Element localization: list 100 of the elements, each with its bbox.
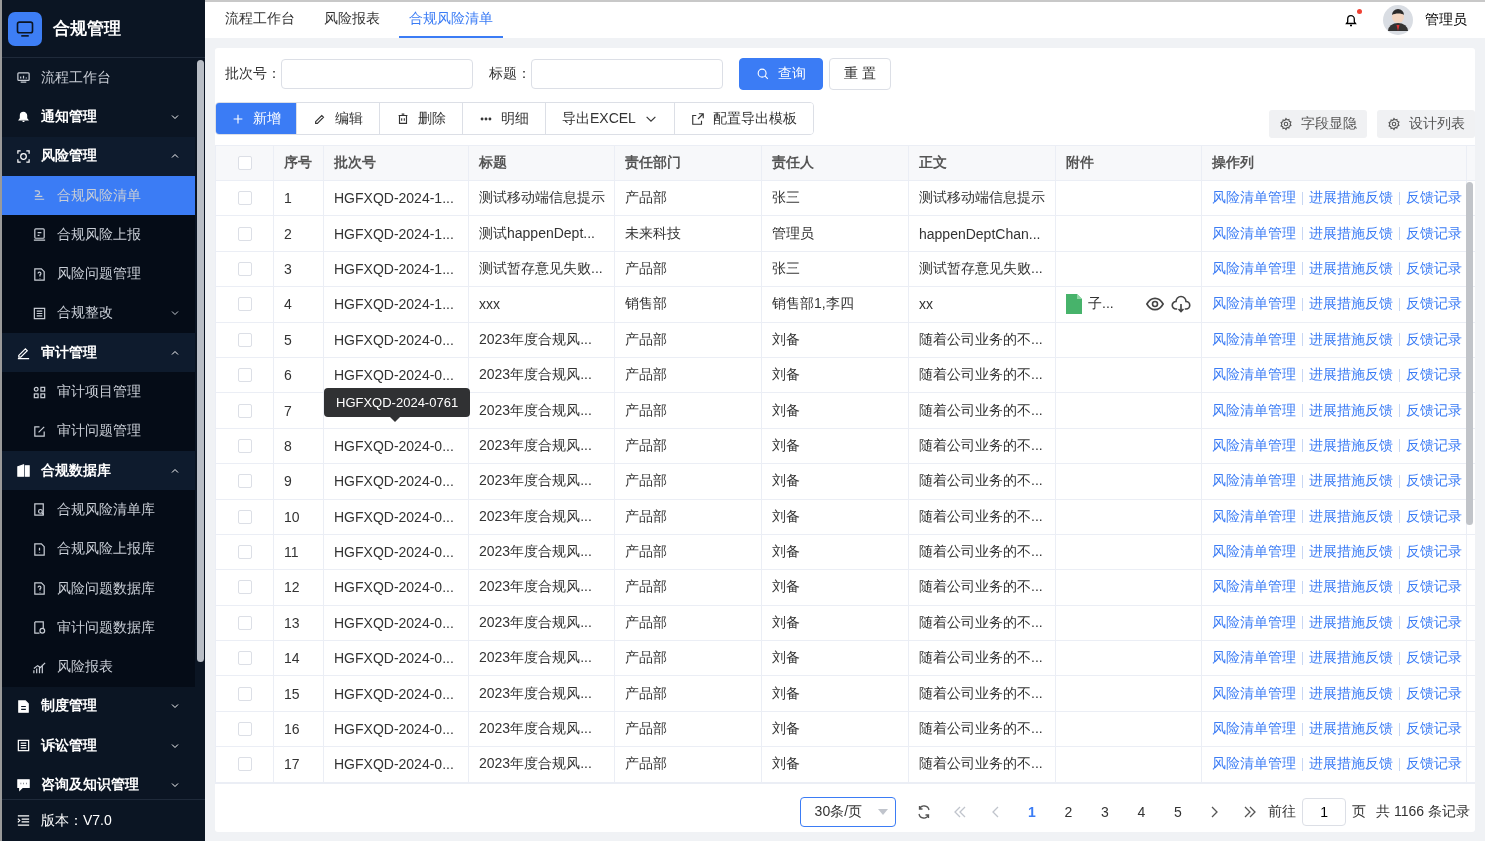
page-number[interactable]: 3 [1086, 803, 1124, 820]
sidebar-item[interactable]: 风险问题数据库 [2, 568, 195, 609]
sidebar-item[interactable]: 合规数据库 [2, 450, 195, 491]
page-number[interactable]: 1 [1013, 803, 1051, 820]
action-link[interactable]: 风险清单管理 [1212, 189, 1296, 208]
action-link[interactable]: 风险清单管理 [1212, 436, 1296, 455]
action-link[interactable]: 反馈记录 [1406, 224, 1462, 243]
sidebar-item[interactable]: 审计问题管理 [2, 411, 195, 451]
search-button[interactable]: 查询 [739, 58, 823, 90]
page-number[interactable]: 4 [1123, 803, 1160, 820]
checkbox[interactable] [237, 757, 252, 772]
action-link[interactable]: 反馈记录 [1406, 720, 1462, 739]
action-link[interactable]: 进展措施反馈 [1309, 366, 1393, 385]
sidebar-item[interactable]: 审计问题数据库 [2, 608, 195, 648]
action-link[interactable]: 进展措施反馈 [1309, 543, 1393, 562]
user-name[interactable]: 管理员 [1425, 11, 1467, 29]
sidebar-item[interactable]: 风险管理 [2, 136, 195, 176]
checkbox[interactable] [237, 403, 252, 418]
checkbox[interactable] [237, 545, 252, 560]
action-link[interactable]: 进展措施反馈 [1309, 684, 1393, 703]
action-link[interactable]: 反馈记录 [1406, 436, 1462, 455]
checkbox[interactable] [237, 615, 252, 630]
action-link[interactable]: 风险清单管理 [1212, 684, 1296, 703]
add-button[interactable]: 新增 [216, 103, 297, 134]
action-link[interactable]: 反馈记录 [1406, 649, 1462, 668]
action-link[interactable]: 反馈记录 [1406, 189, 1462, 208]
action-link[interactable]: 反馈记录 [1406, 507, 1462, 526]
action-link[interactable]: 进展措施反馈 [1309, 720, 1393, 739]
action-link[interactable]: 风险清单管理 [1212, 259, 1296, 278]
checkbox[interactable] [237, 580, 252, 595]
action-link[interactable]: 风险清单管理 [1212, 295, 1296, 314]
sidebar-item[interactable]: 审计项目管理 [2, 372, 195, 412]
action-link[interactable]: 风险清单管理 [1212, 649, 1296, 668]
checkbox[interactable] [237, 651, 252, 666]
settings-button[interactable]: 设计列表 [1377, 110, 1475, 138]
action-link[interactable]: 风险清单管理 [1212, 224, 1296, 243]
action-link[interactable]: 反馈记录 [1406, 543, 1462, 562]
checkbox[interactable] [237, 156, 252, 170]
page-number[interactable]: 5 [1159, 803, 1197, 820]
action-link[interactable]: 反馈记录 [1406, 330, 1462, 349]
action-link[interactable]: 反馈记录 [1406, 755, 1462, 774]
sidebar-item[interactable]: 合规风险上报 [2, 215, 195, 255]
action-link[interactable]: 风险清单管理 [1212, 401, 1296, 420]
action-link[interactable]: 反馈记录 [1406, 259, 1462, 278]
sidebar-item[interactable]: 诉讼管理 [2, 726, 195, 766]
action-link[interactable]: 进展措施反馈 [1309, 224, 1393, 243]
action-link[interactable]: 进展措施反馈 [1309, 401, 1393, 420]
page-number[interactable]: 2 [1050, 803, 1087, 820]
checkbox[interactable] [237, 261, 252, 276]
sidebar-item[interactable]: 流程工作台 [2, 58, 195, 98]
action-link[interactable]: 进展措施反馈 [1309, 295, 1393, 314]
action-link[interactable]: 进展措施反馈 [1309, 755, 1393, 774]
action-link[interactable]: 反馈记录 [1406, 366, 1462, 385]
action-link[interactable]: 进展措施反馈 [1309, 436, 1393, 455]
sidebar-item[interactable]: 合规风险清单库 [2, 490, 195, 530]
action-link[interactable]: 进展措施反馈 [1309, 189, 1393, 208]
sidebar-item[interactable]: 合规风险清单 [2, 175, 195, 216]
action-link[interactable]: 风险清单管理 [1212, 613, 1296, 632]
action-link[interactable]: 进展措施反馈 [1309, 613, 1393, 632]
action-link[interactable]: 风险清单管理 [1212, 543, 1296, 562]
action-link[interactable]: 反馈记录 [1406, 684, 1462, 703]
sidebar-item[interactable]: 风险报表 [2, 647, 195, 687]
nav-tab[interactable]: 风险报表 [314, 2, 390, 38]
action-link[interactable]: 风险清单管理 [1212, 720, 1296, 739]
action-link[interactable]: 进展措施反馈 [1309, 649, 1393, 668]
action-link[interactable]: 风险清单管理 [1212, 472, 1296, 491]
sidebar-item[interactable]: 风险问题管理 [2, 254, 195, 294]
attachment-name[interactable]: 子... [1088, 295, 1114, 314]
sidebar-item[interactable]: 合规整改 [2, 293, 195, 334]
action-link[interactable]: 反馈记录 [1406, 613, 1462, 632]
checkbox[interactable] [237, 686, 252, 701]
checkbox[interactable] [237, 332, 252, 347]
reset-button[interactable]: 重 置 [829, 58, 891, 90]
action-link[interactable]: 反馈记录 [1406, 401, 1462, 420]
page-size-select[interactable]: 30条/页 [799, 796, 896, 827]
input-field[interactable] [281, 59, 473, 89]
action-link[interactable]: 进展措施反馈 [1309, 330, 1393, 349]
action-link[interactable]: 进展措施反馈 [1309, 507, 1393, 526]
checkbox[interactable] [237, 474, 252, 489]
action-link[interactable]: 风险清单管理 [1212, 578, 1296, 597]
checkbox[interactable] [237, 438, 252, 453]
checkbox[interactable] [237, 509, 252, 524]
action-link[interactable]: 风险清单管理 [1212, 507, 1296, 526]
page-input[interactable]: 1 [1302, 797, 1347, 826]
nav-tab[interactable]: 合规风险清单 [399, 2, 503, 38]
checkbox[interactable] [237, 368, 252, 383]
checkbox[interactable] [237, 722, 252, 737]
action-link[interactable]: 风险清单管理 [1212, 366, 1296, 385]
action-link[interactable]: 进展措施反馈 [1309, 578, 1393, 597]
action-link[interactable]: 风险清单管理 [1212, 755, 1296, 774]
action-link[interactable]: 进展措施反馈 [1309, 259, 1393, 278]
checkbox[interactable] [237, 297, 252, 312]
checkbox[interactable] [237, 226, 252, 241]
checkbox[interactable] [237, 191, 252, 206]
action-link[interactable]: 反馈记录 [1406, 295, 1462, 314]
action-link[interactable]: 反馈记录 [1406, 472, 1462, 491]
sidebar-item[interactable]: 制度管理 [2, 686, 195, 727]
action-link[interactable]: 进展措施反馈 [1309, 472, 1393, 491]
scrollbar-thumb[interactable] [1466, 182, 1473, 525]
nav-tab[interactable]: 流程工作台 [215, 2, 305, 38]
